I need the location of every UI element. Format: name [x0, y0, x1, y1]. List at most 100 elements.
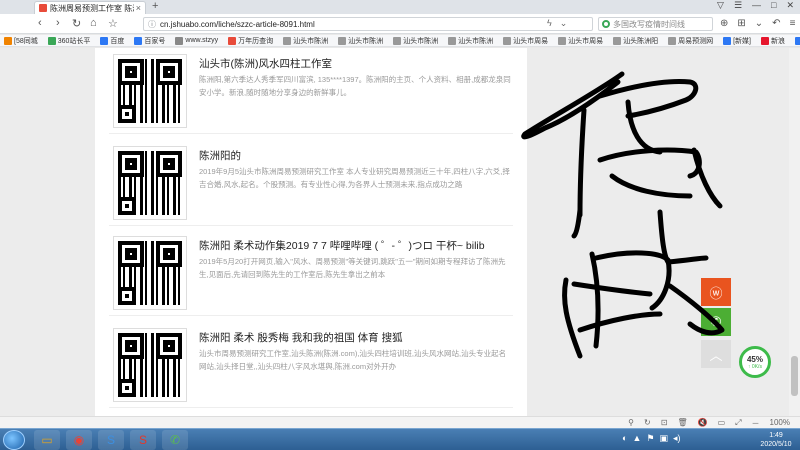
bookmark-item[interactable]: 汕头市陈洲 [393, 36, 438, 46]
favorite-star-icon[interactable]: ☆ [108, 17, 118, 30]
back-icon[interactable]: ‹ [38, 17, 42, 29]
wechat-icon: ✆ [169, 433, 181, 447]
chrome-icon: ◉ [73, 433, 85, 447]
bookmark-label: 360站长平 [57, 37, 91, 45]
bookmark-favicon-icon [393, 36, 402, 45]
tab-close-icon[interactable]: × [136, 3, 141, 13]
qr-code-image [113, 146, 187, 220]
weibo-share-button[interactable]: ⓦ [701, 278, 731, 306]
network-speed-widget[interactable]: 45% ↑ 0K/s [739, 346, 771, 378]
bookmark-label: [新媒] [733, 37, 751, 45]
clock-date: 2020/5/10 [760, 441, 792, 448]
bookmark-favicon-icon [228, 36, 237, 45]
bookmark-item[interactable]: [新媒] [723, 36, 751, 46]
lightning-icon[interactable]: ϟ [547, 18, 552, 29]
tray-icon[interactable]: ⚑ [646, 433, 654, 444]
taskbar-app-sogou-ime[interactable]: S [130, 430, 156, 450]
close-window-icon[interactable]: ✕ [786, 0, 794, 11]
scrollbar-thumb[interactable] [791, 356, 798, 396]
bookmark-item[interactable]: 汕头市陈洲 [448, 36, 493, 46]
article-item[interactable]: 汕头市(陈洲)风水四柱工作室 陈洲阳,第六季达人秀季军四川富滨, 135****1… [109, 48, 513, 134]
bookmark-item[interactable]: 汕头市陈洲 [283, 36, 328, 46]
game-icon[interactable]: ⊕ [720, 18, 728, 29]
memory-percent: 45% [746, 354, 763, 364]
bookmark-favicon-icon [4, 36, 12, 45]
tray-icon[interactable]: ◂) [673, 433, 681, 444]
refresh-icon[interactable]: ↻ [72, 17, 81, 30]
bookmark-label: 汕头陈洲阳 [623, 37, 659, 45]
article-item[interactable]: 陈洲阳 柔术动作集2019 7 7 哔哩哔哩 ( ゜- ゜)つロ 干杯~ bil… [109, 230, 513, 316]
maximize-icon[interactable]: □ [771, 0, 776, 11]
dropdown-icon[interactable]: ⌄ [560, 18, 568, 29]
wechat-share-button[interactable]: ✆ [701, 308, 731, 336]
bookmark-item[interactable]: 360站长平 [47, 36, 91, 46]
article-title-link[interactable]: 陈洲阳的 [199, 148, 241, 163]
bookmark-favicon-icon [134, 36, 143, 45]
tab-active[interactable]: 陈洲周易预测工作室 陈洲阳-汕头 × [34, 1, 146, 14]
taskbar-app-wechat[interactable]: ✆ [162, 430, 188, 450]
taskbar-app-sogou[interactable]: S [98, 430, 124, 450]
clock[interactable]: 1:49 2020/5/10 [755, 431, 797, 449]
article-item[interactable]: 陈洲阳的 2019年9月5汕头市陈洲周易预测研究工作室 本人专业研究周易预测近三十… [109, 140, 513, 226]
bookmark-favicon-icon [100, 36, 109, 45]
bookmark-item[interactable]: 汕头陈洲阳 [613, 36, 658, 46]
tab-title: 陈洲周易预测工作室 陈洲阳-汕头 [50, 3, 134, 13]
home-icon[interactable]: ⌂ [90, 17, 97, 29]
bookmark-label: 百度 [110, 37, 125, 45]
tray-icon[interactable]: ▲ [632, 433, 641, 444]
url-input[interactable]: ⓘ cn.jshuabo.com/liche/szzc-article-8091… [143, 17, 593, 31]
tab-list-icon[interactable]: ▽ [717, 0, 724, 11]
bookmark-item[interactable]: [58同城 [4, 36, 38, 46]
article-title-link[interactable]: 汕头市(陈洲)风水四柱工作室 [199, 56, 332, 71]
page-info-icon[interactable]: ⓘ [148, 19, 156, 30]
article-title-link[interactable]: 陈洲阳 柔术动作集2019 7 7 哔哩哔哩 ( ゜- ゜)つロ 干杯~ bil… [199, 238, 485, 253]
bookmark-item[interactable]: 周易预测网 [668, 36, 713, 46]
bookmark-label: 汕头市周易 [568, 37, 604, 45]
chevron-up-icon: ︿ [709, 347, 723, 363]
status-bar: ⚲ ↻ ⊡ 🗑 🔇 ▭ ⤢ － 100% [0, 416, 800, 428]
minimize-icon[interactable]: — [752, 0, 761, 11]
article-snippet: 2019年5月20打开网页,输入"风水、周易预测"等关键词,跳跃"五一"期间如期… [199, 257, 506, 279]
taskbar-app-explorer[interactable]: ▭ [34, 430, 60, 450]
start-button[interactable] [3, 430, 25, 450]
bookmark-bar: [58同城 360站长平 百度 百家号 www.stzyy 万年历查询 汕头市陈洲 汕头市陈洲… [0, 35, 800, 47]
clock-time: 1:49 [769, 432, 783, 439]
more-icon[interactable]: ≡ [790, 18, 796, 29]
search-engine-icon [602, 20, 610, 28]
forward-icon[interactable]: › [56, 17, 60, 29]
bookmark-label: 万年历查询 [238, 37, 274, 45]
bookmark-favicon-icon [760, 36, 769, 45]
search-input[interactable]: 多国改写疫情时间线 [598, 17, 713, 31]
bookmark-favicon-icon [283, 36, 292, 45]
new-tab-button[interactable]: + [152, 0, 158, 12]
grid-icon[interactable]: ⊞ [737, 18, 745, 29]
article-title-link[interactable]: 陈洲阳 柔术 殷秀梅 我和我的祖国 体育 搜狐 [199, 330, 403, 345]
bookmark-item[interactable]: 汕头市周易 [503, 36, 548, 46]
undo-icon[interactable]: ↶ [772, 18, 780, 29]
article-item[interactable]: 陈洲阳 柔术 殷秀梅 我和我的祖国 体育 搜狐 汕头市周易预测研究工作室,汕头陈洲… [109, 322, 513, 408]
bookmark-item[interactable]: 汕头市周易 [558, 36, 603, 46]
bookmark-favicon-icon [613, 36, 622, 45]
page-viewport: 汕头市(陈洲)风水四柱工作室 陈洲阳,第六季达人秀季军四川富滨, 135****1… [0, 48, 800, 416]
tray-icon[interactable]: ▣ [659, 433, 668, 444]
taskbar-app-chrome[interactable]: ◉ [66, 430, 92, 450]
bookmark-item[interactable]: 汕头市陈洲 [338, 36, 383, 46]
bookmark-item[interactable]: www.stzyy [175, 36, 218, 45]
bookmark-favicon-icon [723, 36, 732, 45]
bookmark-item[interactable]: 百家号 [134, 36, 165, 46]
back-to-top-button[interactable]: ︿ [701, 340, 731, 368]
bookmark-favicon-icon [668, 36, 677, 45]
weibo-icon: ⓦ [709, 285, 723, 301]
article-list: 汕头市(陈洲)风水四柱工作室 陈洲阳,第六季达人秀季军四川富滨, 135****1… [95, 48, 527, 416]
tray-icon[interactable]: ◐ [622, 433, 627, 444]
bookmark-item[interactable]: 百度搜索 [794, 36, 800, 46]
bookmark-favicon-icon [503, 36, 512, 45]
scrollbar[interactable] [789, 48, 800, 416]
bookmark-label: 汕头市陈洲 [458, 37, 494, 45]
menu-icon[interactable]: ☰ [734, 0, 742, 11]
dropdown-icon[interactable]: ⌄ [755, 18, 763, 29]
bookmark-item[interactable]: 新浪 [760, 36, 785, 46]
bookmark-item[interactable]: 百度 [100, 36, 124, 46]
bookmark-item[interactable]: 万年历查询 [228, 36, 273, 46]
sogou-icon: S [106, 433, 115, 447]
